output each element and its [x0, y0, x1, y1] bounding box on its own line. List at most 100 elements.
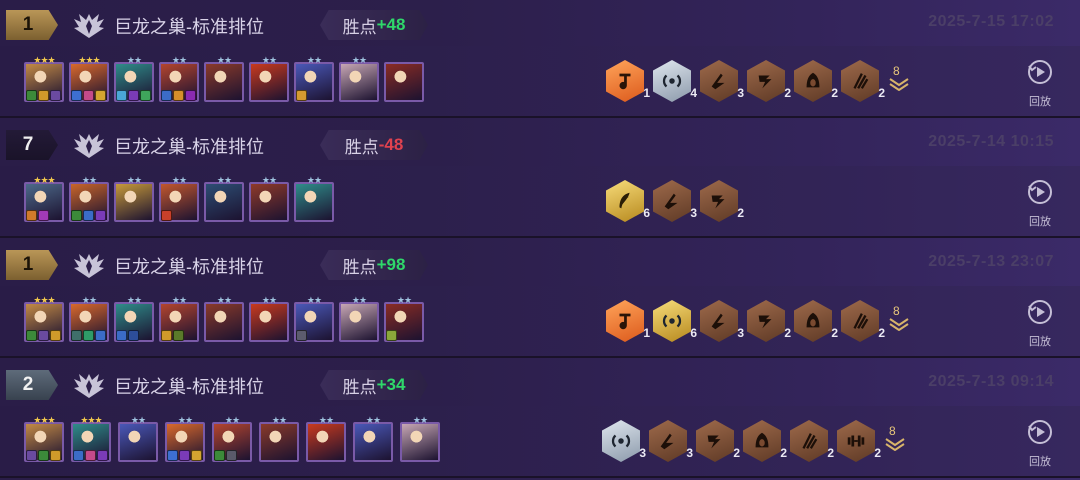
champion-portrait[interactable]: ★★ — [204, 56, 244, 102]
champion-portrait[interactable]: ★★ — [249, 56, 289, 102]
champion-portrait[interactable]: ★★ — [353, 416, 393, 462]
replay-button[interactable]: 回放 — [1018, 298, 1062, 348]
trait-badge[interactable]: 2 — [696, 420, 740, 462]
champion-portrait[interactable]: ★★ — [294, 176, 334, 222]
item-icon — [97, 450, 108, 461]
trait-badge[interactable]: 2 — [700, 180, 744, 222]
trait-badge[interactable]: 6 — [606, 180, 650, 222]
champion-portrait[interactable]: ★★ — [114, 296, 154, 342]
champion-portrait[interactable]: ★★ — [159, 176, 199, 222]
champion-portrait[interactable]: ★★ — [400, 416, 440, 462]
champion-items — [296, 330, 307, 341]
champion-portrait[interactable]: ★★ — [294, 56, 334, 102]
trait-count: 6 — [690, 326, 697, 340]
trait-badge[interactable]: 3 — [602, 420, 646, 462]
trait-badge[interactable]: 2 — [794, 60, 838, 102]
trait-count: 6 — [643, 206, 650, 220]
match-row[interactable]: 2 巨龙之巢-标准排位 胜点 +34 2025-7-13 09:14 ★★★ ★★… — [0, 360, 1080, 478]
champion-art — [204, 62, 244, 102]
trait-badge[interactable]: 2 — [743, 420, 787, 462]
champion-portrait[interactable] — [384, 62, 424, 102]
item-icon — [161, 90, 172, 101]
champion-portrait[interactable]: ★★ — [165, 416, 205, 462]
champion-portrait[interactable]: ★★ — [204, 176, 244, 222]
champion-portrait[interactable]: ★★★ — [24, 176, 64, 222]
star-level-icon: ★★ — [318, 415, 334, 425]
trait-count: 3 — [686, 446, 693, 460]
trait-badge[interactable]: 4 — [653, 60, 697, 102]
replay-button[interactable]: 回放 — [1018, 58, 1062, 108]
trait-badge[interactable]: 2 — [837, 420, 881, 462]
trait-badge[interactable]: 2 — [794, 300, 838, 342]
trait-badge[interactable]: 3 — [700, 300, 744, 342]
trait-badge[interactable]: 2 — [841, 300, 885, 342]
champion-portrait[interactable]: ★★ — [249, 176, 289, 222]
more-traits-toggle[interactable]: 8 — [886, 60, 912, 102]
champion-portrait[interactable]: ★★ — [384, 296, 424, 342]
replay-button[interactable]: 回放 — [1018, 178, 1062, 228]
champion-items — [26, 210, 49, 221]
champion-portrait[interactable]: ★★ — [114, 56, 154, 102]
trait-count: 3 — [737, 86, 744, 100]
trait-count: 1 — [643, 326, 650, 340]
trait-badge[interactable]: 2 — [747, 300, 791, 342]
hood-icon — [743, 420, 781, 462]
item-icon — [140, 90, 151, 101]
champion-portrait[interactable]: ★★★ — [69, 56, 109, 102]
trait-badge[interactable]: 6 — [653, 300, 697, 342]
star-level-icon: ★★ — [224, 415, 240, 425]
champion-portrait[interactable]: ★★ — [249, 296, 289, 342]
more-traits-toggle[interactable]: 8 — [882, 420, 908, 462]
replay-label: 回放 — [1029, 456, 1051, 468]
champion-lineup: ★★★ ★★★ ★★ ★★ ★★ — [24, 56, 424, 102]
champion-portrait[interactable]: ★★ — [259, 416, 299, 462]
item-icon — [296, 90, 307, 101]
trait-badge[interactable]: 1 — [606, 60, 650, 102]
trait-badge[interactable]: 3 — [653, 180, 697, 222]
scratch-icon — [841, 300, 879, 342]
champion-portrait[interactable]: ★★ — [118, 416, 158, 462]
trait-count: 2 — [737, 206, 744, 220]
champion-portrait[interactable]: ★★ — [159, 56, 199, 102]
champion-portrait[interactable]: ★★ — [159, 296, 199, 342]
trait-badge[interactable]: 2 — [790, 420, 834, 462]
star-level-icon: ★★ — [261, 175, 277, 185]
match-row[interactable]: 1 巨龙之巢-标准排位 胜点 +98 2025-7-13 23:07 ★★★ ★★ — [0, 240, 1080, 358]
champion-portrait[interactable]: ★★ — [339, 56, 379, 102]
champion-items — [26, 450, 61, 461]
champion-portrait[interactable]: ★★ — [339, 296, 379, 342]
champion-portrait[interactable]: ★★ — [114, 176, 154, 222]
champion-portrait[interactable]: ★★ — [306, 416, 346, 462]
trait-badge[interactable]: 2 — [841, 60, 885, 102]
replay-button[interactable]: 回放 — [1018, 418, 1062, 468]
game-mode-label: 巨龙之巢-标准排位 — [114, 257, 264, 277]
champion-art — [114, 182, 154, 222]
champion-portrait[interactable]: ★★★ — [24, 56, 64, 102]
champion-portrait[interactable]: ★★★ — [24, 296, 64, 342]
trait-badge[interactable]: 2 — [747, 60, 791, 102]
champion-art — [384, 62, 424, 102]
champion-portrait[interactable]: ★★ — [294, 296, 334, 342]
lp-value: +34 — [376, 375, 406, 394]
trait-badge[interactable]: 3 — [700, 60, 744, 102]
trait-count: 2 — [733, 446, 740, 460]
match-row[interactable]: 7 巨龙之巢-标准排位 胜点 -48 2025-7-14 10:15 ★★★ ★★ — [0, 120, 1080, 238]
champion-portrait[interactable]: ★★★ — [71, 416, 111, 462]
star-level-icon: ★★ — [171, 55, 187, 65]
match-row[interactable]: 1 巨龙之巢-标准排位 胜点 +48 2025-7-15 17:02 ★★★ ★★… — [0, 0, 1080, 118]
trait-badge[interactable]: 3 — [649, 420, 693, 462]
more-traits-toggle[interactable]: 8 — [886, 300, 912, 342]
champion-portrait[interactable]: ★★★ — [24, 416, 64, 462]
feather-icon — [606, 180, 644, 222]
champion-portrait[interactable]: ★★ — [69, 176, 109, 222]
champion-portrait[interactable]: ★★ — [69, 296, 109, 342]
item-icon — [26, 450, 37, 461]
champion-portrait[interactable]: ★★ — [212, 416, 252, 462]
trait-badge[interactable]: 1 — [606, 300, 650, 342]
champion-items — [26, 90, 61, 101]
star-level-icon: ★★★ — [78, 55, 100, 65]
more-traits-count: 8 — [893, 64, 900, 78]
champion-items — [161, 330, 184, 341]
star-level-icon: ★★★ — [33, 175, 55, 185]
champion-portrait[interactable]: ★★ — [204, 296, 244, 342]
